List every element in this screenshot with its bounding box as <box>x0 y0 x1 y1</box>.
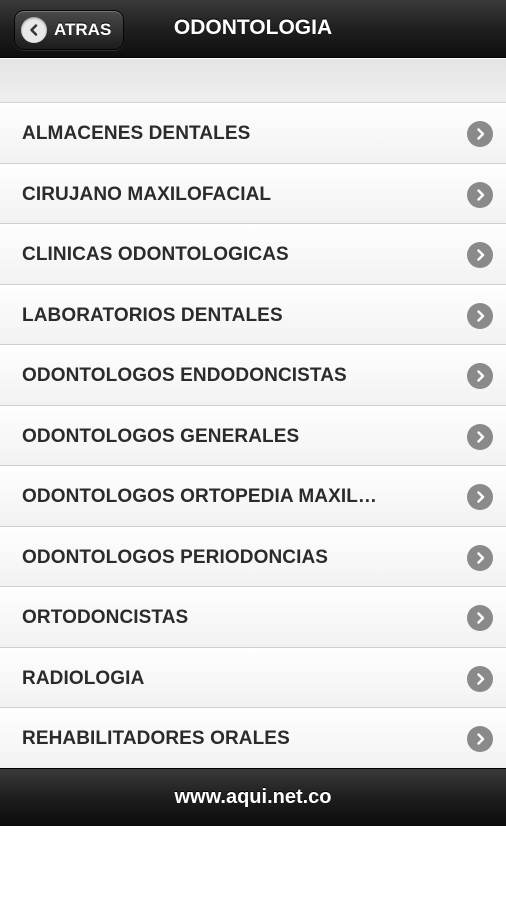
footer-bar: www.aqui.net.co <box>0 768 506 826</box>
category-list: ALMACENES DENTALES CIRUJANO MAXILOFACIAL… <box>0 103 506 769</box>
list-item[interactable]: CLINICAS ODONTOLOGICAS <box>0 224 506 285</box>
page-title: ODONTOLOGIA <box>173 16 333 39</box>
list-item[interactable]: ODONTOLOGOS PERIODONCIAS <box>0 526 506 587</box>
list-item-label: ORTODONCISTAS <box>22 607 189 628</box>
list-item-label: ODONTOLOGOS ORTOPEDIA MAXIL… <box>22 486 378 507</box>
chevron-right-icon <box>467 363 493 389</box>
chevron-right-icon <box>467 302 493 329</box>
back-button[interactable]: ATRAS <box>14 10 124 50</box>
list-item-label: REHABILITADORES ORALES <box>22 728 290 749</box>
list-item-label: ALMACENES DENTALES <box>22 123 251 144</box>
list-item-label: CIRUJANO MAXILOFACIAL <box>22 183 272 205</box>
list-item[interactable]: ODONTOLOGOS ENDODONCISTAS <box>0 345 506 406</box>
list-item-label: ODONTOLOGOS PERIODONCIAS <box>22 546 329 568</box>
list-item[interactable]: ORTODONCISTAS <box>0 587 506 648</box>
list-item-label: LABORATORIOS DENTALES <box>22 304 283 326</box>
list-item[interactable]: ALMACENES DENTALES <box>0 103 506 164</box>
list-top-spacer <box>0 59 506 103</box>
list-item[interactable]: ODONTOLOGOS ORTOPEDIA MAXIL… <box>0 466 506 527</box>
chevron-right-icon <box>467 121 493 147</box>
chevron-right-icon <box>467 544 493 571</box>
chevron-right-icon <box>467 423 493 450</box>
list-item[interactable]: CIRUJANO MAXILOFACIAL <box>0 163 506 224</box>
chevron-right-icon <box>467 726 493 752</box>
footer-website-link[interactable]: www.aqui.net.co <box>174 786 331 808</box>
chevron-right-icon <box>467 484 493 510</box>
list-item[interactable]: REHABILITADORES ORALES <box>0 708 506 769</box>
header-bar: ATRAS ODONTOLOGIA <box>0 0 506 58</box>
list-item[interactable]: RADIOLOGIA <box>0 647 506 708</box>
chevron-right-icon <box>467 242 493 268</box>
chevron-right-icon <box>467 605 493 631</box>
list-item-label: ODONTOLOGOS GENERALES <box>22 425 300 447</box>
chevron-right-icon <box>467 181 493 208</box>
list-item-label: RADIOLOGIA <box>22 667 145 689</box>
chevron-left-icon <box>21 17 47 43</box>
list-item[interactable]: ODONTOLOGOS GENERALES <box>0 405 506 466</box>
chevron-right-icon <box>467 665 493 692</box>
list-item-label: ODONTOLOGOS ENDODONCISTAS <box>22 365 347 386</box>
back-button-label: ATRAS <box>54 20 112 39</box>
list-item[interactable]: LABORATORIOS DENTALES <box>0 284 506 345</box>
list-item-label: CLINICAS ODONTOLOGICAS <box>22 244 289 265</box>
